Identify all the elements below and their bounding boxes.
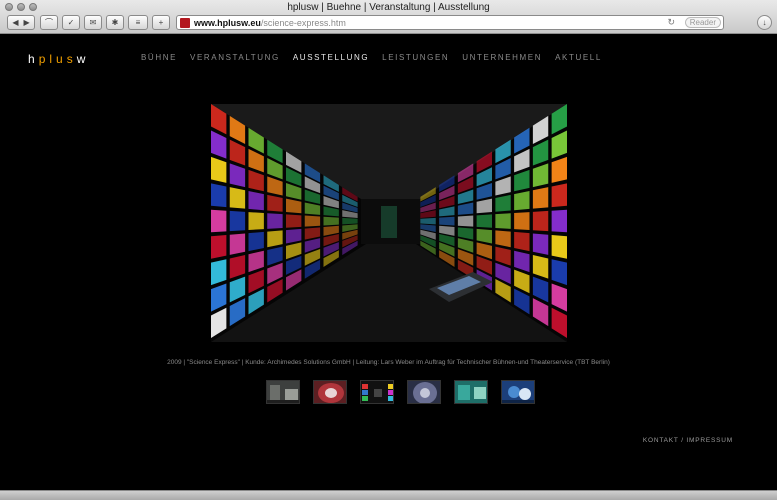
mail-button[interactable]: ✉ [84,15,102,30]
nav-veranstaltung[interactable]: VERANSTALTUNG [190,53,280,62]
thumbnail-3[interactable] [360,380,394,404]
thumbnail-2[interactable] [313,380,347,404]
back-icon[interactable]: ◀ [12,18,18,27]
tools-button[interactable]: ✱ [106,15,124,30]
nav-leistungen[interactable]: LEISTUNGEN [382,53,449,62]
logo-letter: h [28,52,39,66]
window-title: hplusw | Buehne | Veranstaltung | Ausste… [287,2,490,13]
browser-status-bar [0,490,777,500]
nav-buehne[interactable]: BÜHNE [141,53,177,62]
logo-letter: u [56,52,67,66]
thumbnail-strip [266,380,535,404]
thumbnail-6[interactable] [501,380,535,404]
forward-icon[interactable]: ▶ [24,18,30,27]
logo-letter: w [76,52,90,66]
logo-letter: s [66,52,77,66]
thumbnail-1[interactable] [266,380,300,404]
main-nav: BÜHNE VERANSTALTUNG AUSSTELLUNG LEISTUNG… [141,53,602,62]
back-forward-buttons[interactable]: ◀ ▶ [7,15,35,30]
thumbnail-5[interactable] [454,380,488,404]
text-icon: ≡ [135,18,141,27]
address-bar[interactable]: www.hplusw.eu/science-express.htm ↻ Read… [176,15,724,30]
footer-links: KONTAKT / IMPRESSUM [643,437,733,444]
favicon-icon [180,17,190,28]
site-logo[interactable]: hplusw [28,52,89,66]
downloads-button[interactable]: ↓ [757,15,772,30]
book-icon: ⌒ [45,18,53,27]
nav-aktuell[interactable]: AKTUELL [555,53,602,62]
download-icon: ↓ [762,18,767,27]
browser-chrome: hplusw | Buehne | Veranstaltung | Ausste… [0,0,777,34]
logo-letter: p [38,52,50,66]
tools-icon: ✱ [111,18,119,27]
reader-button[interactable]: Reader [684,17,721,28]
impressum-link[interactable]: IMPRESSUM [686,437,733,444]
url-path: /science-express.htm [260,17,346,28]
nav-ausstellung[interactable]: AUSSTELLUNG [293,53,369,62]
nav-unternehmen[interactable]: UNTERNEHMEN [462,53,542,62]
hero-photo [211,104,567,342]
url-host: www.hplusw.eu [194,17,261,28]
photo-caption: 2009 | "Science Express" | Kunde: Archim… [167,359,610,366]
plus-icon: + [158,18,164,27]
check-icon: ✓ [67,18,75,27]
text-button[interactable]: ≡ [128,15,148,30]
footer-separator: / [681,437,684,444]
kontakt-link[interactable]: KONTAKT [643,437,679,444]
thumbnail-4[interactable] [407,380,441,404]
reload-icon[interactable]: ↻ [667,17,675,28]
browser-toolbar: ◀ ▶ ⌒ ✓ ✉ ✱ ≡ + www.hplusw.eu/science-exp… [0,14,777,32]
add-button[interactable]: + [152,15,170,30]
checkmark-button[interactable]: ✓ [62,15,80,30]
tunnel-photo-graphic [211,104,567,342]
mail-icon: ✉ [89,18,97,27]
history-button[interactable]: ⌒ [40,15,58,30]
